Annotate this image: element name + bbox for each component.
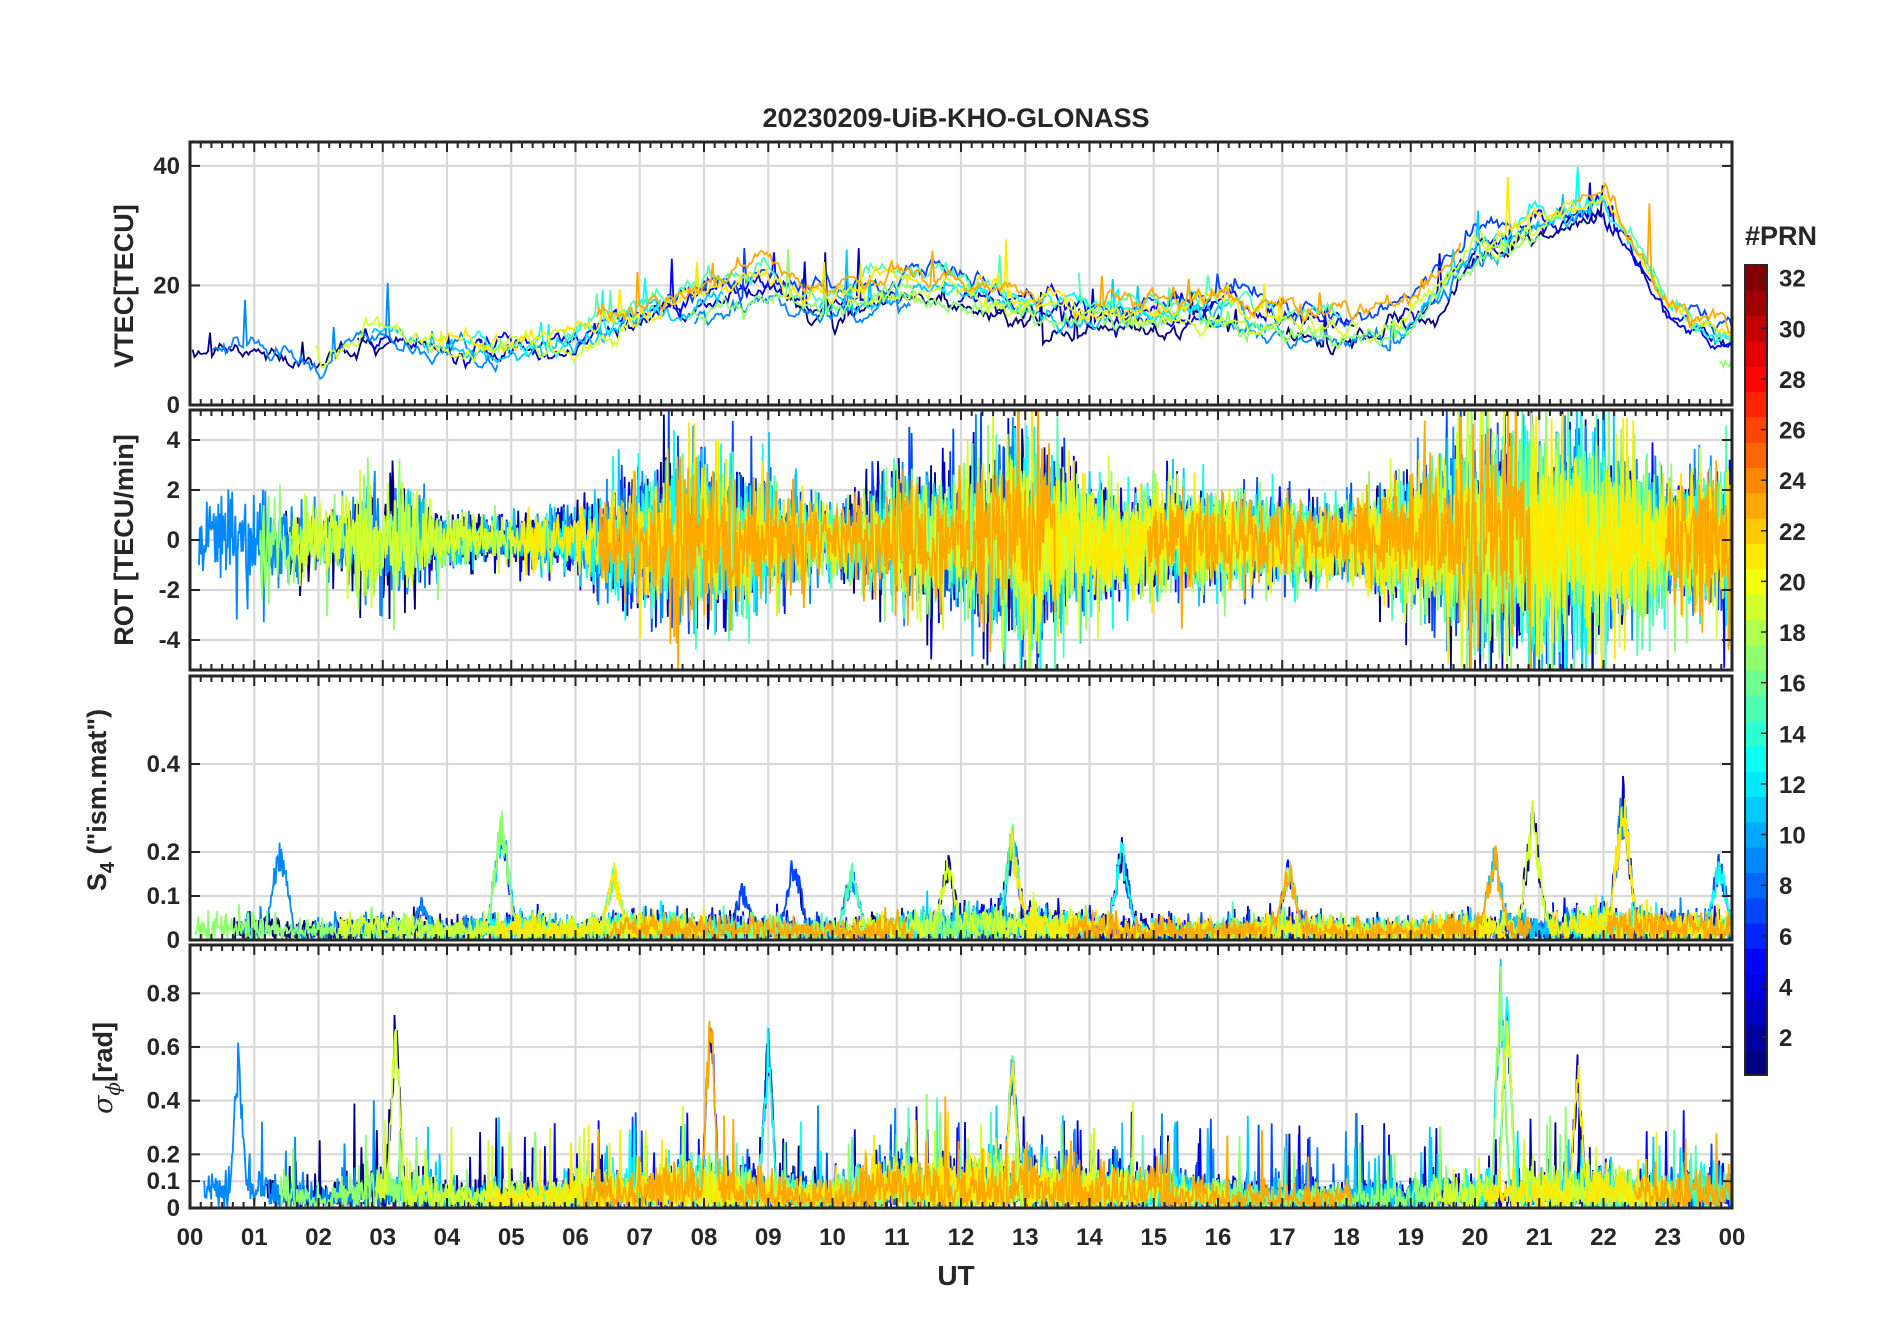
colorbar-swatch <box>1745 796 1767 823</box>
colorbar-swatch <box>1745 847 1767 873</box>
x-tick-label: 05 <box>498 1224 525 1251</box>
vtec-ylabel: VTEC[TECU] <box>109 204 139 368</box>
x-tick-label: 03 <box>369 1224 396 1251</box>
x-tick-label: 13 <box>1012 1224 1039 1251</box>
colorbar-title: #PRN <box>1745 221 1817 251</box>
colorbar-tick-label: 26 <box>1779 418 1806 445</box>
colorbar-tick-label: 6 <box>1779 924 1792 951</box>
x-tick-label: 22 <box>1590 1224 1617 1251</box>
y-tick-label: 0.1 <box>147 883 180 910</box>
x-tick-label: 19 <box>1397 1224 1424 1251</box>
x-tick-label: 21 <box>1526 1224 1553 1251</box>
y-tick-label: -2 <box>159 577 180 604</box>
colorbar-swatch <box>1745 948 1767 975</box>
x-axis-label: UT <box>937 1260 974 1291</box>
y-tick-label: 0.2 <box>147 839 180 866</box>
colorbar-swatch <box>1745 340 1767 367</box>
y-tick-label: 0.6 <box>147 1034 180 1061</box>
colorbar-swatch <box>1745 644 1767 671</box>
colorbar-tick-label: 4 <box>1779 974 1793 1001</box>
colorbar-tick-label: 20 <box>1779 569 1806 596</box>
y-tick-label: 0.1 <box>147 1168 180 1195</box>
colorbar-tick-label: 24 <box>1779 468 1806 495</box>
s4-ylabel-main: S <box>82 873 112 891</box>
colorbar-swatch <box>1745 391 1767 418</box>
colorbar-tick-label: 2 <box>1779 1025 1792 1052</box>
x-tick-label: 01 <box>241 1224 268 1251</box>
y-tick-label: 40 <box>153 153 180 180</box>
x-tick-label: 00 <box>177 1224 204 1251</box>
figure: 20230209-UiB-KHO-GLONASS 02040 -4-2024 0… <box>0 0 1902 1330</box>
y-tick-label: 4 <box>167 427 181 454</box>
x-tick-label: 23 <box>1654 1224 1681 1251</box>
colorbar-tick-label: 18 <box>1779 620 1806 647</box>
x-tick-label: 12 <box>948 1224 975 1251</box>
y-tick-label: 0 <box>167 927 180 954</box>
colorbar-swatch <box>1745 897 1767 924</box>
x-tick-label: 10 <box>819 1224 846 1251</box>
y-tick-label: 0.4 <box>147 1088 181 1115</box>
x-tick-label: 09 <box>755 1224 782 1251</box>
x-tick-label: 02 <box>305 1224 332 1251</box>
x-tick-label: 07 <box>626 1224 653 1251</box>
colorbar-tick-label: 16 <box>1779 671 1806 698</box>
y-tick-label: 0.8 <box>147 980 180 1007</box>
colorbar-tick-label: 30 <box>1779 316 1806 343</box>
colorbar-tick-label: 12 <box>1779 772 1806 799</box>
s4-panel: 0 0.1 0.2 0.4 <box>147 674 1734 954</box>
colorbar-swatch <box>1745 290 1767 317</box>
x-tick-label: 06 <box>562 1224 589 1251</box>
y-tick-label: -4 <box>159 627 181 654</box>
x-tick-label: 11 <box>884 1224 909 1251</box>
colorbar-swatch <box>1745 543 1767 570</box>
x-tick-label: 18 <box>1333 1224 1360 1251</box>
y-tick-label: 0 <box>167 1195 180 1222</box>
y-tick-label: 2 <box>167 477 180 504</box>
colorbar-swatch <box>1745 492 1767 519</box>
y-tick-label: 0.4 <box>147 751 181 778</box>
vtec-panel: 0 20 40 <box>153 140 1734 419</box>
x-tick-label: 20 <box>1462 1224 1489 1251</box>
colorbar-tick-label: 14 <box>1779 721 1806 748</box>
x-tick-label: 15 <box>1140 1224 1167 1251</box>
y-tick-label: 0 <box>167 527 180 554</box>
x-tick-label: 08 <box>691 1224 718 1251</box>
colorbar-tick-label: 10 <box>1779 823 1806 850</box>
x-tick-label: 17 <box>1269 1224 1296 1251</box>
colorbar-tick-label: 28 <box>1779 367 1806 394</box>
y-tick-label: 0.2 <box>147 1141 180 1168</box>
colorbar-swatch <box>1745 745 1767 772</box>
x-tick-label: 00 <box>1719 1224 1746 1251</box>
x-tick-label: 14 <box>1076 1224 1103 1251</box>
sigma-ylabel-rest: [rad] <box>88 1022 118 1082</box>
colorbar-tick-label: 22 <box>1779 519 1806 546</box>
sigma-phi-panel: 00.10.2 0.4 0.6 0.8 <box>147 943 1734 1222</box>
colorbar-swatch <box>1745 594 1767 620</box>
x-tick-label: 16 <box>1205 1224 1232 1251</box>
sigma-ylabel-sub: ϕ <box>101 1082 125 1096</box>
rot-panel: -4 -2 0 2 4 <box>159 408 1734 672</box>
y-tick-label: 20 <box>153 272 180 299</box>
colorbar-swatch <box>1745 999 1767 1025</box>
colorbar-swatch <box>1745 1049 1767 1076</box>
x-tick-label: 04 <box>434 1224 461 1251</box>
colorbar-tick-label: 8 <box>1779 873 1792 900</box>
sigma-ylabel-main: σ <box>88 1094 119 1114</box>
figure-title: 20230209-UiB-KHO-GLONASS <box>762 103 1149 133</box>
s4-ylabel-rest: ("ism.mat") <box>82 709 112 862</box>
colorbar-swatch <box>1745 442 1767 468</box>
colorbar-swatch <box>1745 695 1767 722</box>
y-tick-label: 0 <box>167 392 180 419</box>
colorbar-tick-label: 32 <box>1779 266 1806 293</box>
rot-ylabel: ROT [TECU/min] <box>109 434 139 645</box>
